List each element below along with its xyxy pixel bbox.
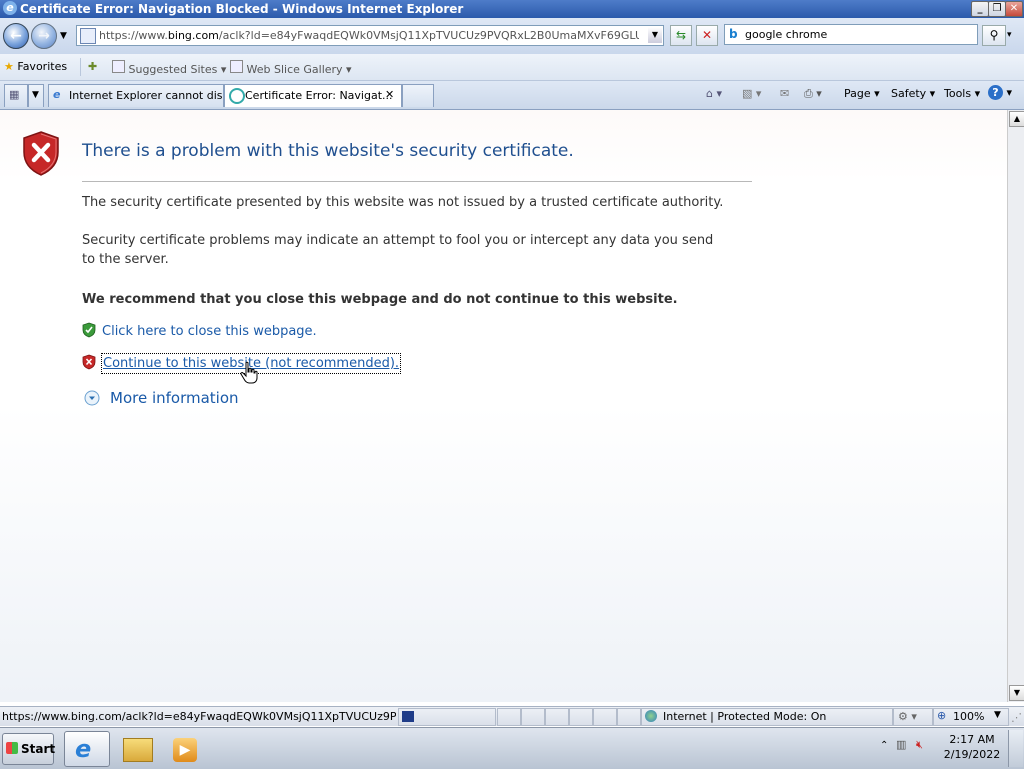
recent-pages-dropdown[interactable]: ▼ [60,31,67,41]
status-bar: https://www.bing.com/aclk?ld=e84yFwaqdEQ… [0,706,1024,726]
new-tab-button[interactable] [402,84,434,107]
search-options-dropdown[interactable]: ▾ [1007,30,1012,40]
folder-icon [123,738,153,762]
loading-icon [229,88,245,104]
hand-cursor-icon [240,361,258,385]
recommendation-text: We recommend that you close this webpage… [82,292,678,307]
navigation-bar: ← → ▼ https://www.bing.com/aclk?ld=e84yF… [0,18,1024,54]
play-icon: ▶ [173,738,197,762]
title-bar: e Certificate Error: Navigation Blocked … [0,0,1024,18]
status-pane [569,708,593,726]
shield-error-small-icon [82,354,96,370]
add-favorites-icon[interactable]: ✚ [88,60,97,73]
quick-tabs-button[interactable]: ▦ [4,84,28,107]
favorites-bar: ★ Favorites ✚ Suggested Sites ▾ Web Slic… [0,54,1024,81]
tab-certificate-error[interactable]: Certificate Error: Navigat... ✕ [224,84,402,107]
globe-icon [645,710,657,722]
refresh-button[interactable]: ⇆ [670,25,692,46]
security-zone[interactable]: Internet | Protected Mode: On [641,708,893,726]
minimize-button[interactable]: _ [971,1,989,17]
tab-bar: ▦ ▼ e Internet Explorer cannot dis... Ce… [0,81,1024,110]
start-button[interactable]: Start [2,733,55,765]
help-button[interactable]: ? ▾ [988,85,1012,100]
shield-ok-icon [82,322,96,338]
page-icon [112,60,125,73]
status-pane [593,708,617,726]
explorer-taskbar-button[interactable] [114,731,160,767]
system-tray: ⌃ ▥ 🔇︎ 2:17 AM 2/19/2022 [874,730,1024,767]
ie-page-icon: e [53,88,61,101]
network-icon[interactable]: ▥ [896,738,906,751]
volume-muted-icon[interactable]: 🔇︎ [916,738,923,752]
ie-taskbar-button[interactable]: e [64,731,110,767]
tab-list-dropdown[interactable]: ▼ [28,84,44,107]
status-pane [521,708,545,726]
status-pane [497,708,521,726]
feeds-icon[interactable]: ▧ ▾ [742,87,761,100]
progress-fill [402,711,414,722]
zoom-icon: ⊕ [937,709,947,722]
ie-logo-icon: e [3,1,17,15]
progress-bar [398,708,496,726]
media-player-taskbar-button[interactable]: ▶ [162,731,208,767]
close-tab-icon[interactable]: ✕ [385,88,394,101]
favorites-button[interactable]: ★ Favorites [4,60,67,73]
home-icon[interactable]: ⌂ ▾ [706,87,722,100]
resize-grip-icon[interactable]: ⋰ [1011,711,1022,724]
protected-mode-dropdown[interactable]: ⚙ ▾ [893,708,933,726]
clock-date[interactable]: 2/19/2022 [942,748,1002,761]
close-webpage-link[interactable]: Click here to close this webpage. [102,322,317,341]
page-icon [80,28,96,44]
address-text: https://www.bing.com/aclk?ld=e84yFwaqdEQ… [99,29,639,42]
certificate-issue-text: The security certificate presented by th… [82,195,724,210]
scroll-up-icon[interactable]: ▲ [1009,111,1024,127]
tab-ie-cannot-display[interactable]: e Internet Explorer cannot dis... [48,84,224,107]
zoom-control[interactable]: ⊕ 100% ▼ [933,708,1009,726]
more-information-link[interactable]: More information [110,389,239,407]
bing-icon: b [729,27,738,41]
page-title: There is a problem with this website's s… [82,141,574,161]
windows-logo-icon [6,742,18,754]
restore-button[interactable]: ❐ [988,1,1006,17]
chevron-down-icon: ▼ [32,90,39,100]
help-icon: ? [988,85,1003,100]
page-menu[interactable]: Page ▾ [844,87,880,100]
safety-menu[interactable]: Safety ▾ [891,87,935,100]
status-url: https://www.bing.com/aclk?ld=e84yFwaqdEQ… [2,710,396,723]
forward-button[interactable]: → [31,23,57,49]
tools-menu[interactable]: Tools ▾ [944,87,980,100]
print-icon[interactable]: ⎙ ▾ [804,87,822,101]
grid-icon: ▦ [9,88,20,101]
shield-error-icon [22,130,60,176]
expand-icon[interactable] [84,390,100,406]
mail-icon[interactable]: ✉ [780,87,789,100]
web-slice-gallery-link[interactable]: Web Slice Gallery ▾ [230,60,352,76]
window-title: Certificate Error: Navigation Blocked - … [20,2,464,16]
back-button[interactable]: ← [3,23,29,49]
search-box[interactable]: b google chrome [724,24,978,45]
stop-button[interactable]: ✕ [696,25,718,46]
security-warning-text: Security certificate problems may indica… [82,233,714,267]
address-bar[interactable]: https://www.bing.com/aclk?ld=e84yFwaqdEQ… [76,25,664,46]
divider [82,181,752,182]
show-desktop-button[interactable] [1008,730,1023,767]
scroll-down-icon[interactable]: ▼ [1009,685,1024,701]
vertical-scrollbar[interactable]: ▲ ▼ [1007,110,1024,702]
star-icon: ★ [4,60,14,73]
status-pane [617,708,641,726]
suggested-sites-link[interactable]: Suggested Sites ▾ [112,60,226,76]
search-icon[interactable]: ⚲ [982,25,1006,46]
ie-logo-icon: e [75,735,92,763]
lock-icon: ⚙ ▾ [898,710,917,723]
show-hidden-icons[interactable]: ⌃ [880,740,888,751]
close-window-button[interactable]: ✕ [1005,1,1023,17]
clock-time[interactable]: 2:17 AM [944,733,1000,746]
search-input[interactable]: google chrome [745,28,827,41]
page-icon [230,60,243,73]
status-pane [545,708,569,726]
chevron-down-icon: ▼ [994,710,1001,720]
address-dropdown-icon[interactable]: ▼ [648,27,662,43]
taskbar: Start e ▶ ⌃ ▥ 🔇︎ 2:17 AM 2/19/2022 [0,727,1024,769]
divider [80,58,81,76]
